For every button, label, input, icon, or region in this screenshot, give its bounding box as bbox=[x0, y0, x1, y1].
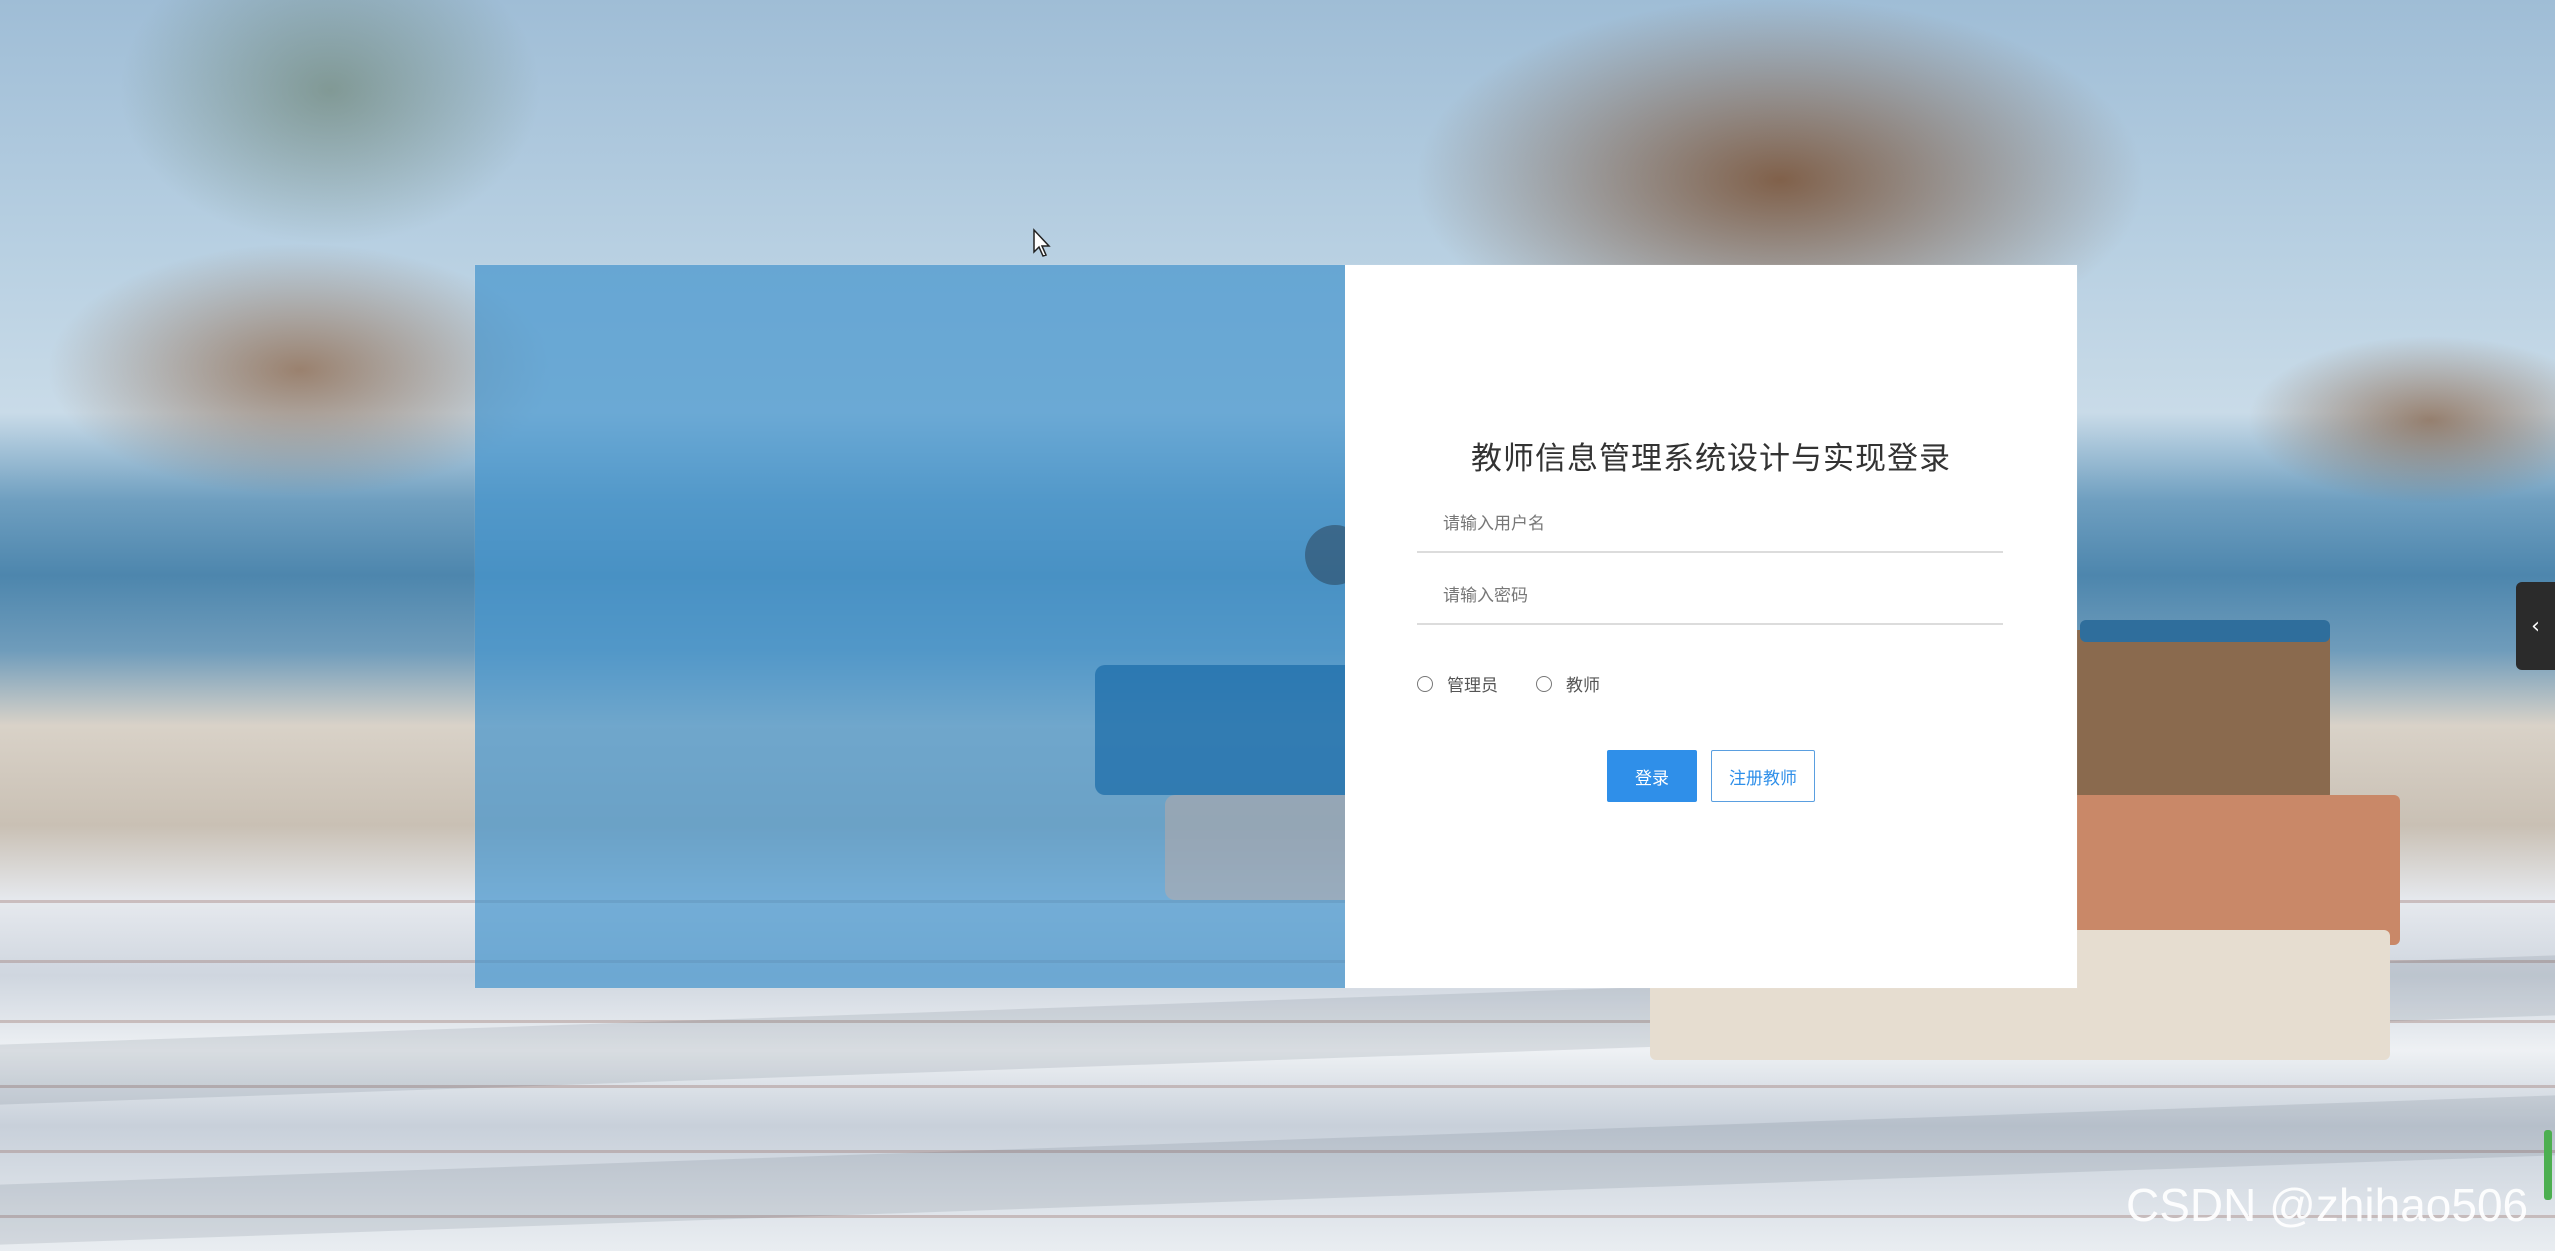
radio-icon[interactable] bbox=[1417, 675, 1433, 692]
role-selector: 管理员 教师 bbox=[1417, 671, 1638, 696]
register-teacher-button[interactable]: 注册教师 bbox=[1711, 750, 1815, 802]
watermark-text: CSDN @zhihao506 bbox=[2126, 1179, 2529, 1231]
role-label: 教师 bbox=[1566, 676, 1600, 696]
mouse-cursor-icon bbox=[1033, 228, 1051, 257]
role-option-admin[interactable]: 管理员 bbox=[1417, 671, 1498, 696]
background-book bbox=[2070, 795, 2400, 945]
role-label: 管理员 bbox=[1447, 676, 1498, 696]
password-input[interactable] bbox=[1417, 569, 2003, 625]
background-book bbox=[2070, 630, 2330, 800]
username-input[interactable] bbox=[1417, 497, 2003, 553]
side-panel-toggle[interactable]: ‹ bbox=[2516, 582, 2555, 670]
login-title: 教师信息管理系统设计与实现登录 bbox=[1471, 441, 1951, 477]
button-row: 登录 注册教师 bbox=[1345, 750, 2077, 802]
decorative-book bbox=[1165, 795, 1345, 900]
scrollbar-thumb[interactable] bbox=[2544, 1130, 2552, 1200]
radio-icon[interactable] bbox=[1536, 675, 1552, 692]
decorative-book bbox=[1095, 665, 1345, 795]
login-card: 教师信息管理系统设计与实现登录 管理员 教师 登录 注册教师 bbox=[475, 265, 2077, 988]
page-background: 教师信息管理系统设计与实现登录 管理员 教师 登录 注册教师 ‹ bbox=[0, 0, 2555, 1251]
decorative-object bbox=[1305, 525, 1345, 585]
chevron-left-icon: ‹ bbox=[2531, 613, 2540, 639]
login-card-image-panel bbox=[475, 265, 1345, 988]
login-form-panel: 教师信息管理系统设计与实现登录 管理员 教师 登录 注册教师 bbox=[1345, 265, 2077, 988]
role-option-teacher[interactable]: 教师 bbox=[1536, 671, 1600, 696]
background-book-cover bbox=[2080, 620, 2330, 642]
login-button[interactable]: 登录 bbox=[1607, 750, 1697, 802]
